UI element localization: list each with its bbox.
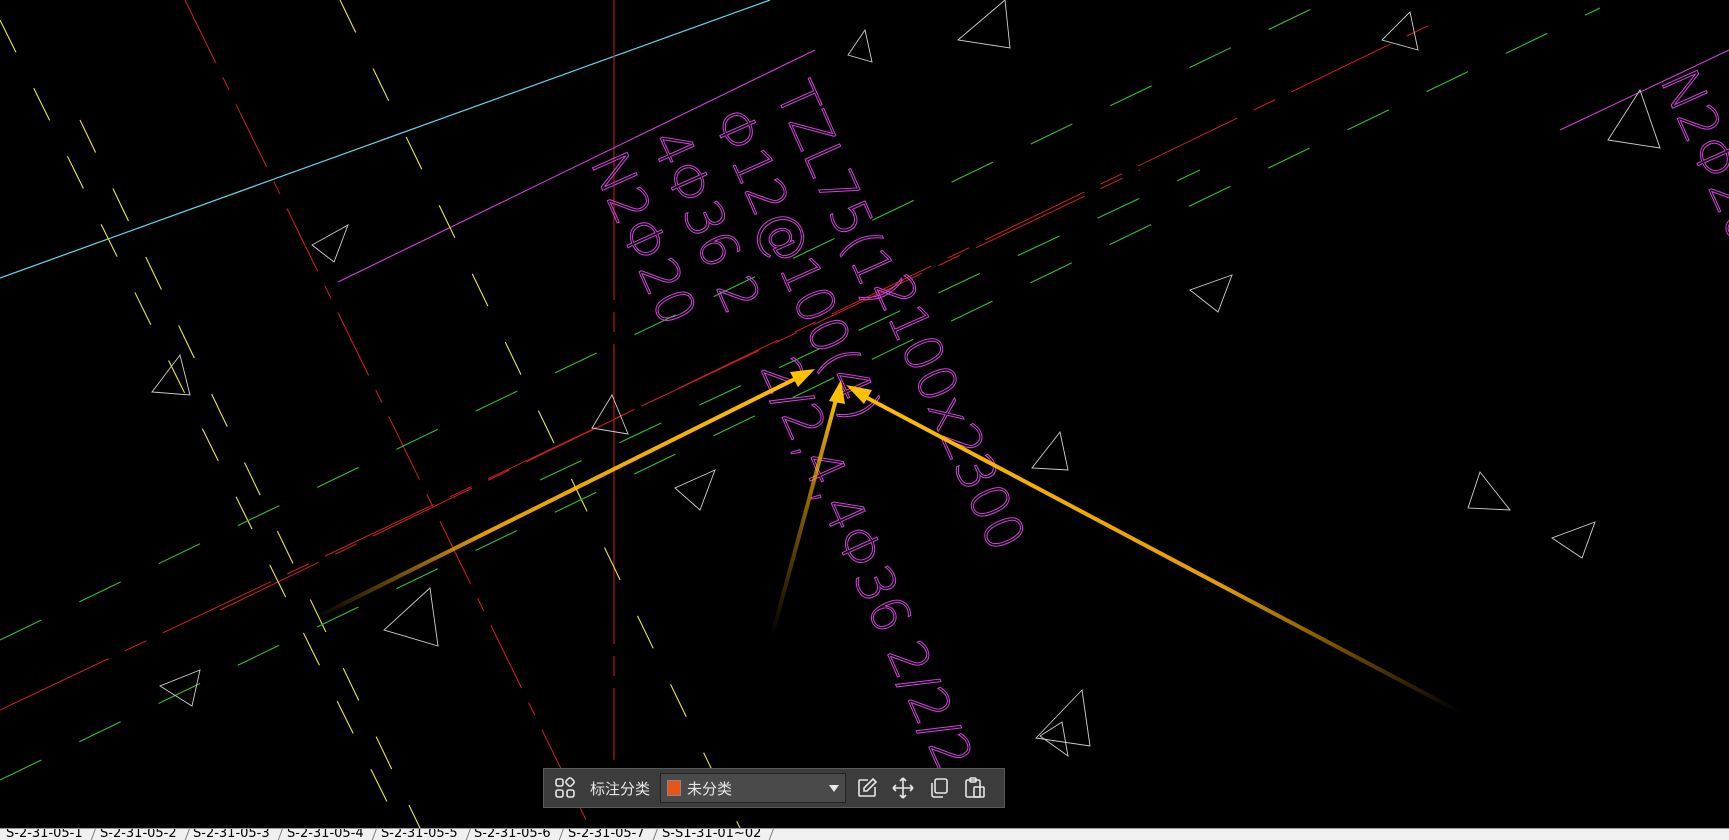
chevron-down-icon — [829, 784, 840, 792]
triangle-marker — [1035, 689, 1091, 747]
copy-icon[interactable] — [924, 773, 954, 803]
triangle-marker — [956, 0, 1011, 49]
layout-tab-bar: S-2-31-05-1 S-2-31-05-2 S-2-31-05-3 S-2-31-… — [0, 828, 1729, 840]
annotation-toolbar: 标注分类 未分类 — [543, 768, 1005, 808]
layout-tab[interactable]: S-2-31-05-1 — [0, 828, 97, 840]
triangle-marker — [311, 224, 349, 263]
layout-tab-label: S-2-31-05-1 — [6, 828, 83, 840]
layout-tab[interactable]: S-2-31-05-3 — [184, 828, 284, 840]
triangle-marker — [383, 587, 439, 647]
layout-tab-label: S-2-31-05-3 — [193, 828, 270, 840]
red-axis-line — [184, 0, 591, 828]
triangle-marker — [1607, 88, 1661, 149]
triangle-marker — [847, 28, 873, 63]
triangle-marker — [1381, 11, 1419, 51]
layout-tab[interactable]: S-2-31-05-5 — [372, 828, 471, 840]
category-color-swatch — [667, 780, 682, 796]
side-rebar-label-text-right: N2Φ20 — [1648, 61, 1729, 252]
annotation-category-select[interactable]: 未分类 — [660, 773, 847, 803]
layout-tab[interactable]: S-2-31-05-2 — [91, 828, 190, 840]
layout-tab[interactable]: S-2-31-05-7 — [559, 828, 659, 840]
triangle-marker — [151, 353, 191, 396]
layout-tab[interactable]: S-2-31-05-4 — [278, 828, 378, 840]
pointer-arrow — [314, 372, 806, 620]
yellow-dashed-line — [79, 119, 421, 828]
layout-tab-label: S-2-31-05-2 — [99, 828, 177, 840]
pointer-arrow — [855, 390, 1461, 714]
section-size-text: 2100x2300 — [861, 266, 1036, 560]
paste-icon[interactable] — [960, 773, 990, 803]
cad-drawing-canvas[interactable]: TZL75(1) Φ12@100(4) 4Φ36 2 N2Φ20 2100x23… — [0, 0, 1729, 828]
annotation-category-label: 标注分类 — [590, 779, 651, 798]
yellow-dashed-line — [339, 0, 741, 828]
triangle-marker — [1189, 274, 1233, 313]
triangle-marker — [1031, 430, 1069, 471]
triangle-marker — [674, 469, 716, 511]
triangle-marker — [591, 394, 629, 435]
layout-tab[interactable]: S-2-31-05-6 — [465, 828, 565, 840]
triangle-marker — [1551, 521, 1596, 559]
layout-tab[interactable]: S-S1-31-01~02 — [653, 828, 775, 840]
layout-tab-label: S-2-31-05-6 — [474, 828, 551, 840]
yellow-dashed-line — [0, 19, 401, 828]
triangle-marker — [1039, 721, 1069, 758]
category-select-value: 未分类 — [687, 779, 733, 798]
layout-tab-label: S-2-31-05-5 — [380, 828, 458, 840]
edit-icon[interactable] — [852, 773, 882, 803]
layout-tab-label: S-2-31-05-7 — [567, 828, 645, 840]
move-icon[interactable] — [888, 773, 918, 803]
layout-tab-label: S-2-31-05-4 — [286, 828, 364, 840]
triangle-marker — [1467, 471, 1511, 511]
layout-tab-label: S-S1-31-01~02 — [661, 828, 761, 840]
grid-menu-icon[interactable] — [550, 773, 580, 803]
triangle-marker — [159, 669, 201, 707]
